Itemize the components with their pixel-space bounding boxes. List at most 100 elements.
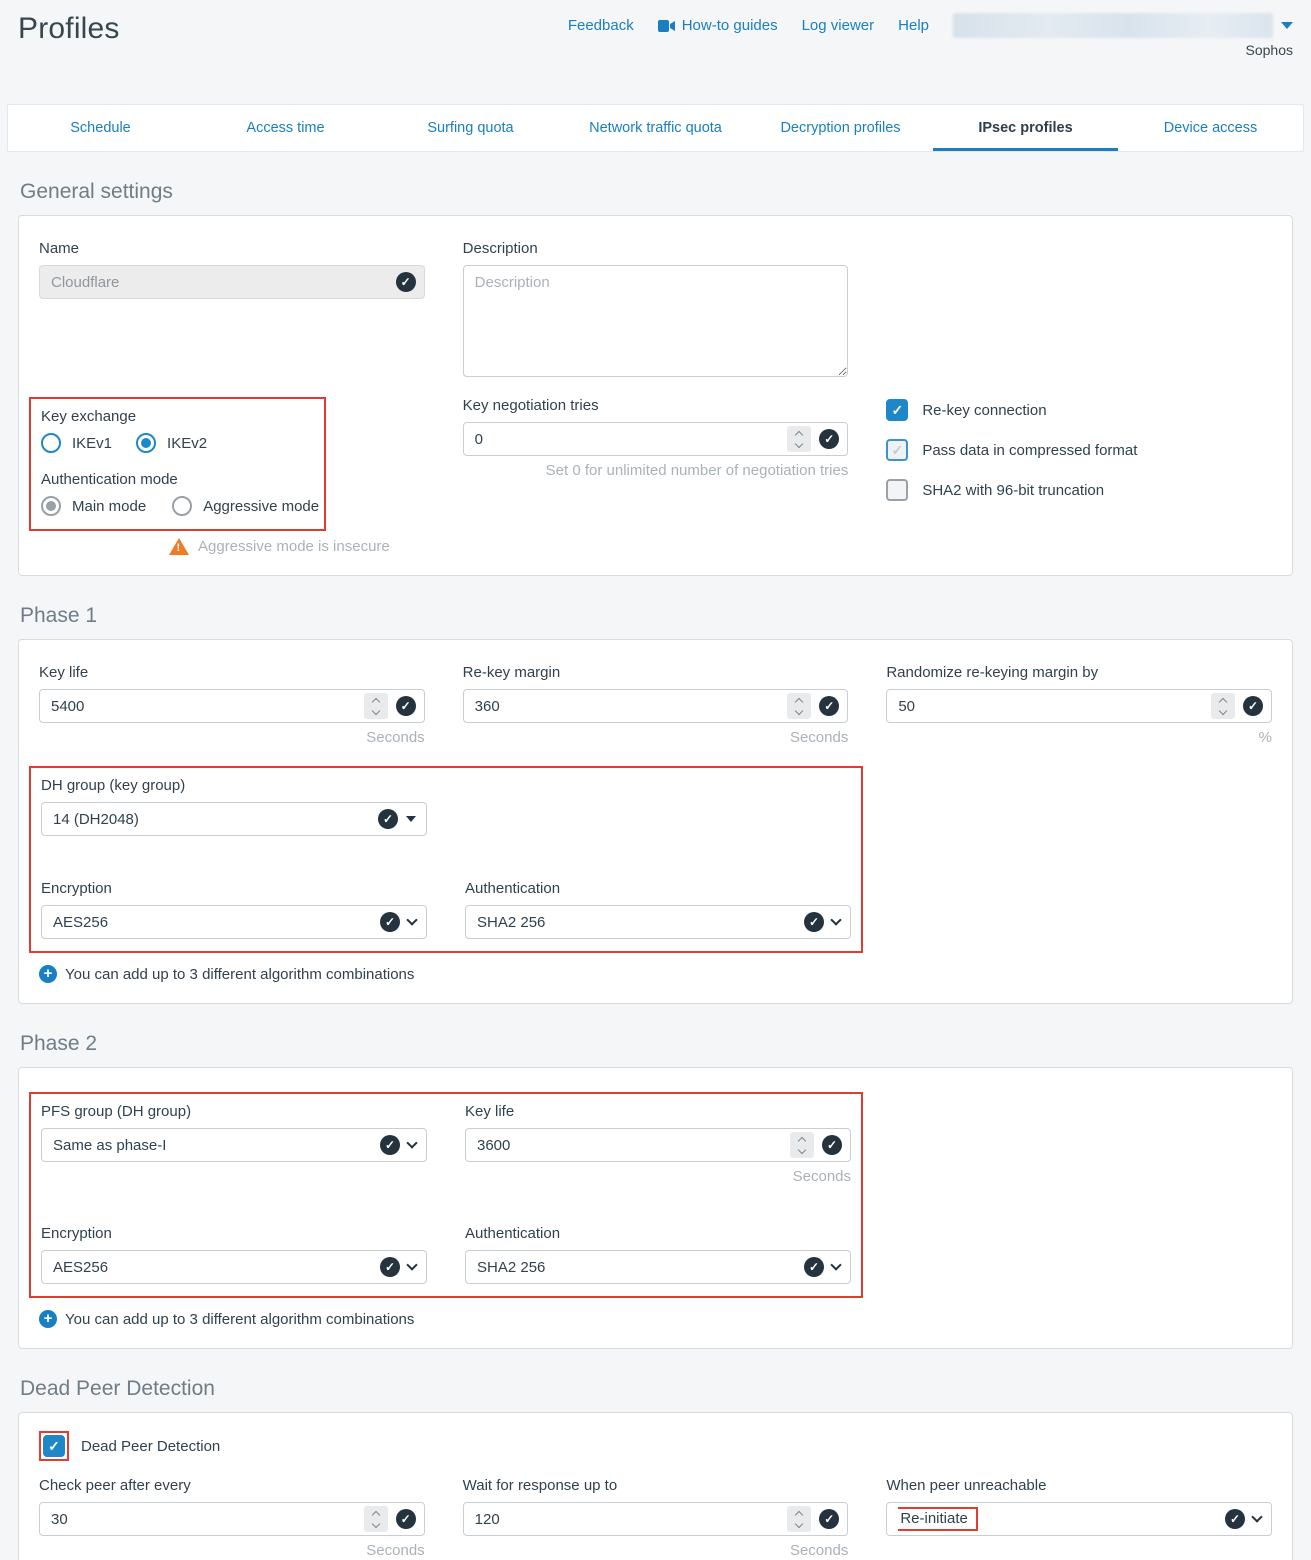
number-stepper[interactable] <box>790 1132 814 1158</box>
radio-ikev1-label: IKEv1 <box>72 435 112 452</box>
sha2-truncation-checkbox[interactable] <box>886 479 908 501</box>
howto-guides-link[interactable]: How-to guides <box>658 17 778 34</box>
p2-key-life-input[interactable]: 3600 ✓ <box>465 1128 851 1162</box>
description-textarea[interactable] <box>463 265 849 377</box>
p2-authentication-select[interactable]: SHA2 256 ✓ <box>465 1250 851 1284</box>
p1-authentication-select[interactable]: SHA2 256 ✓ <box>465 905 851 939</box>
key-negotiation-value: 0 <box>475 431 780 448</box>
p1-encryption-select[interactable]: AES256 ✓ <box>41 905 427 939</box>
p1-rekey-margin-input[interactable]: 360 ✓ <box>463 689 849 723</box>
warning-icon <box>169 538 189 555</box>
number-stepper[interactable] <box>1211 693 1235 719</box>
description-field-group: Description <box>463 240 849 377</box>
radio-aggressive-mode[interactable] <box>172 496 192 516</box>
p2-pfs-select[interactable]: Same as phase-I ✓ <box>41 1128 427 1162</box>
p2-algorithms-highlight-box: PFS group (DH group) Same as phase-I ✓ K… <box>29 1092 863 1298</box>
check-circle-icon: ✓ <box>804 912 824 932</box>
dpd-card: ✓ Dead Peer Detection Check peer after e… <box>18 1412 1293 1560</box>
p2-encryption-select[interactable]: AES256 ✓ <box>41 1250 427 1284</box>
p1-rekey-margin-label: Re-key margin <box>463 664 849 681</box>
name-value: Cloudflare <box>51 274 388 291</box>
number-stepper[interactable] <box>787 426 811 452</box>
p1-rekey-margin-unit: Seconds <box>463 729 849 746</box>
tab-schedule[interactable]: Schedule <box>8 105 193 151</box>
p1-randomize-input[interactable]: 50 ✓ <box>886 689 1272 723</box>
plus-circle-icon[interactable] <box>39 965 57 983</box>
p2-authentication-label: Authentication <box>465 1225 851 1242</box>
rekey-connection-checkbox[interactable]: ✓ <box>886 399 908 421</box>
check-circle-icon: ✓ <box>819 1509 839 1529</box>
dpd-wait-group: Wait for response up to 120 ✓ Seconds <box>463 1477 849 1559</box>
tab-access-time[interactable]: Access time <box>193 105 378 151</box>
account-selector[interactable] <box>953 13 1293 38</box>
description-label: Description <box>463 240 849 257</box>
key-exchange-highlight-box: Key exchange IKEv1 IKEv2 Authentication … <box>29 397 326 531</box>
check-circle-icon: ✓ <box>396 272 416 292</box>
radio-ikev2[interactable] <box>136 433 156 453</box>
tab-device-access[interactable]: Device access <box>1118 105 1303 151</box>
check-circle-icon: ✓ <box>804 1257 824 1277</box>
p1-dh-group-select[interactable]: 14 (DH2048) ✓ <box>41 802 427 836</box>
number-stepper[interactable] <box>787 1506 811 1532</box>
number-stepper[interactable] <box>364 693 388 719</box>
radio-ikev1[interactable] <box>41 433 61 453</box>
p1-key-life-label: Key life <box>39 664 425 681</box>
p2-encryption-group: Encryption AES256 ✓ <box>41 1225 427 1284</box>
check-circle-icon: ✓ <box>378 809 398 829</box>
plus-circle-icon[interactable] <box>39 1310 57 1328</box>
tab-network-traffic-quota[interactable]: Network traffic quota <box>563 105 748 151</box>
p1-randomize-label: Randomize re-keying margin by <box>886 664 1272 681</box>
check-circle-icon: ✓ <box>1225 1509 1245 1529</box>
key-negotiation-label: Key negotiation tries <box>463 397 849 414</box>
feedback-link[interactable]: Feedback <box>568 17 634 34</box>
auth-mode-options: Main mode Aggressive mode <box>41 496 320 516</box>
help-link[interactable]: Help <box>898 17 929 34</box>
auth-mode-label: Authentication mode <box>41 471 320 488</box>
key-negotiation-help: Set 0 for unlimited number of negotiatio… <box>463 462 849 479</box>
wait-response-input[interactable]: 120 ✓ <box>463 1502 849 1536</box>
checkbox-row: ✓ Pass data in compressed format <box>886 439 1272 461</box>
dpd-checkbox-highlight-box: ✓ <box>39 1431 69 1461</box>
chevron-down-icon <box>406 914 417 925</box>
peer-unreachable-select[interactable]: Re-initiate ✓ <box>886 1502 1272 1536</box>
checkbox-row: ✓ Re-key connection <box>886 399 1272 421</box>
check-circle-icon: ✓ <box>1243 696 1263 716</box>
step-down-icon <box>371 706 379 714</box>
dpd-toggle-row: ✓ Dead Peer Detection <box>39 1431 1272 1461</box>
phase2-heading: Phase 2 <box>20 1032 1311 1056</box>
name-input[interactable]: Cloudflare ✓ <box>39 265 425 299</box>
account-name-blurred <box>953 13 1273 38</box>
key-negotiation-group: Key negotiation tries 0 ✓ Set 0 for unli… <box>463 397 849 555</box>
key-exchange-group: Key exchange IKEv1 IKEv2 Authentication … <box>39 397 425 555</box>
check-circle-icon: ✓ <box>822 1135 842 1155</box>
p1-dh-group-label: DH group (key group) <box>41 777 427 794</box>
tab-surfing-quota[interactable]: Surfing quota <box>378 105 563 151</box>
p1-randomize-unit: % <box>886 729 1272 746</box>
number-stepper[interactable] <box>787 693 811 719</box>
p2-add-note-text: You can add up to 3 different algorithm … <box>65 1311 414 1328</box>
p2-add-combination-note: You can add up to 3 different algorithm … <box>39 1310 1272 1328</box>
key-negotiation-input[interactable]: 0 ✓ <box>463 422 849 456</box>
p1-key-life-unit: Seconds <box>39 729 425 746</box>
p1-encryption-group: Encryption AES256 ✓ <box>41 880 427 939</box>
phase1-heading: Phase 1 <box>20 604 1311 628</box>
wait-response-label: Wait for response up to <box>463 1477 849 1494</box>
log-viewer-link[interactable]: Log viewer <box>802 17 875 34</box>
phase1-card: Key life 5400 ✓ Seconds Re-key margin 36… <box>18 639 1293 1004</box>
radio-main-mode[interactable] <box>41 496 61 516</box>
p2-key-life-group: Key life 3600 ✓ Seconds <box>465 1103 851 1185</box>
warning-text: Aggressive mode is insecure <box>198 538 390 555</box>
compressed-format-checkbox[interactable]: ✓ <box>886 439 908 461</box>
check-peer-label: Check peer after every <box>39 1477 425 1494</box>
number-stepper[interactable] <box>364 1506 388 1532</box>
check-circle-icon: ✓ <box>380 1257 400 1277</box>
key-exchange-label: Key exchange <box>41 408 320 425</box>
check-circle-icon: ✓ <box>819 429 839 449</box>
tab-decryption-profiles[interactable]: Decryption profiles <box>748 105 933 151</box>
p1-key-life-input[interactable]: 5400 ✓ <box>39 689 425 723</box>
check-peer-input[interactable]: 30 ✓ <box>39 1502 425 1536</box>
dpd-unreachable-group: When peer unreachable Re-initiate ✓ <box>886 1477 1272 1559</box>
p1-add-combination-note: You can add up to 3 different algorithm … <box>39 965 1272 983</box>
dpd-checkbox[interactable]: ✓ <box>43 1435 65 1457</box>
tab-ipsec-profiles[interactable]: IPsec profiles <box>933 105 1118 151</box>
